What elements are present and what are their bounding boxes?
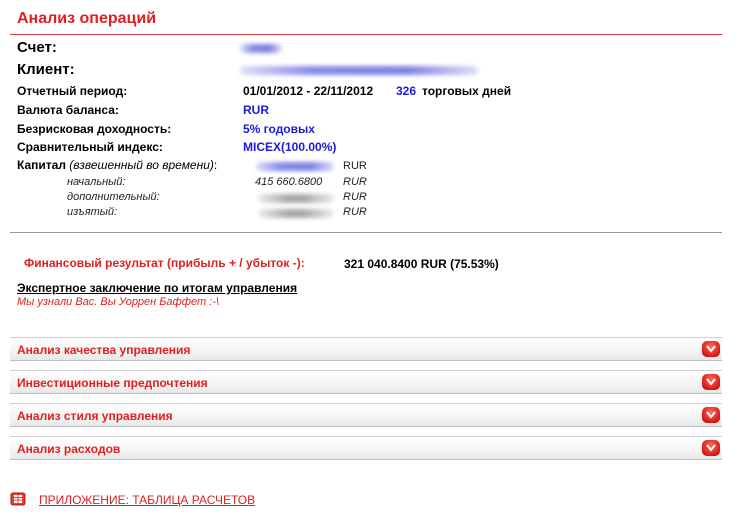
- period-label: Отчетный период:: [17, 84, 128, 98]
- capital-initial-label: начальный:: [67, 176, 126, 188]
- currency-value: RUR: [243, 103, 269, 117]
- currency-label: Валюта баланса:: [17, 103, 119, 117]
- section-label: Анализ стиля управления: [17, 409, 173, 423]
- riskfree-label: Безрисковая доходность:: [17, 122, 172, 136]
- capital-weighted-redacted: [256, 162, 334, 171]
- riskfree-value: 5% годовых: [243, 122, 315, 136]
- section-expenses[interactable]: Анализ расходов: [10, 436, 722, 460]
- client-label: Клиент:: [17, 61, 75, 78]
- chevron-down-icon[interactable]: [702, 440, 720, 456]
- section-management-quality[interactable]: Анализ качества управления: [10, 337, 722, 361]
- capital-initial-value: 415 660.6800: [255, 176, 323, 188]
- trading-days-count: 326: [396, 84, 417, 98]
- capital-additional-currency: RUR: [343, 191, 367, 203]
- chevron-down-icon[interactable]: [702, 341, 720, 357]
- title-divider: [10, 34, 722, 35]
- client-value-redacted: [240, 66, 478, 75]
- section-label: Инвестиционные предпочтения: [17, 376, 208, 390]
- capital-withdrawn-label: изъятый:: [67, 206, 118, 218]
- trading-days-text: торговых дней: [422, 84, 512, 98]
- capital-weighted-currency: RUR: [343, 160, 367, 172]
- capital-initial-currency: RUR: [343, 176, 367, 188]
- expert-conclusion-note: Мы узнали Вас. Вы Уоррен Баффет :-\: [17, 296, 220, 308]
- capital-additional-redacted: [258, 194, 334, 203]
- page-title: Анализ операций: [17, 10, 157, 27]
- index-value: MICEX(100.00%): [243, 140, 337, 154]
- appendix-calculation-table-link[interactable]: ПРИЛОЖЕНИЕ: ТАБЛИЦА РАСЧЕТОВ: [39, 493, 255, 507]
- capital-label-note: (взвешенный во времени): [69, 158, 214, 172]
- expert-conclusion-heading: Экспертное заключение по итогам управлен…: [17, 281, 298, 295]
- result-divider: [10, 232, 722, 233]
- chevron-down-icon[interactable]: [702, 407, 720, 423]
- account-value-redacted: [240, 44, 282, 53]
- section-label: Анализ качества управления: [17, 343, 191, 357]
- period-value: 01/01/2012 - 22/11/2012: [243, 84, 374, 98]
- capital-withdrawn-redacted: [258, 209, 334, 218]
- section-investment-preferences[interactable]: Инвестиционные предпочтения: [10, 370, 722, 394]
- table-icon: [10, 491, 26, 507]
- index-label: Сравнительный индекс:: [17, 140, 163, 154]
- section-label: Анализ расходов: [17, 442, 121, 456]
- capital-label-main: Капитал: [17, 158, 66, 172]
- financial-result-label: Финансовый результат (прибыль + / убыток…: [24, 256, 305, 270]
- financial-result-value: 321 040.8400 RUR (75.53%): [344, 257, 499, 271]
- capital-label-colon: :: [213, 158, 218, 172]
- capital-additional-label: дополнительный:: [67, 191, 160, 203]
- chevron-down-icon[interactable]: [702, 374, 720, 390]
- section-management-style[interactable]: Анализ стиля управления: [10, 403, 722, 427]
- capital-label: Капитал (взвешенный во времени):: [17, 158, 217, 172]
- capital-withdrawn-currency: RUR: [343, 206, 367, 218]
- account-label: Счет:: [17, 39, 57, 56]
